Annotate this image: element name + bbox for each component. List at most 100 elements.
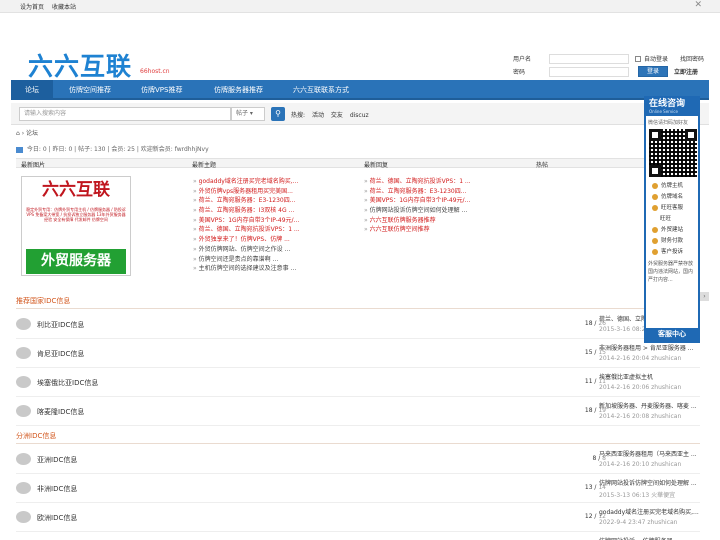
home-icon[interactable]: ⌂ xyxy=(16,130,20,137)
forum-name[interactable]: 埃塞俄比亚IDC信息 xyxy=(37,378,98,388)
list-item[interactable]: » 六六互联仿牌空间推荐 xyxy=(364,225,529,235)
list-item-title[interactable]: 主机仿牌空间的选择建议及注意事 ... xyxy=(199,265,297,272)
list-item-title[interactable]: 外贸仿牌vps服务器租用买完美国... xyxy=(199,188,293,195)
hot-link[interactable]: 活动 xyxy=(312,112,324,119)
list-item[interactable]: » 荷兰、立陶宛服务器：E3-1230四... xyxy=(193,196,358,206)
last-post-title[interactable]: 非洲服务器租用 > 肯尼亚服务器 ... xyxy=(599,343,699,352)
wangwang-label[interactable]: 旺旺 xyxy=(646,214,698,225)
forum-name[interactable]: 欧洲IDC信息 xyxy=(37,513,77,523)
qq-icon xyxy=(652,204,658,211)
search-scope-select[interactable]: 帖子 ▾ xyxy=(231,107,265,121)
service-label: 客户投诉 xyxy=(661,249,684,255)
password-input[interactable] xyxy=(549,66,629,77)
latest-topics-list: » godaddy域名注册买完老域名购买,...» 外贸仿牌vps服务器租用买完美国… xyxy=(193,177,358,274)
list-item[interactable]: » 外贸仿牌网站、仿牌空间之作设 ... xyxy=(193,245,358,255)
site-logo[interactable]: 六六互联 xyxy=(28,47,132,83)
stats-icon xyxy=(16,146,23,153)
stat-welcome[interactable]: 欢迎新会员: fwrdhhjNvy xyxy=(141,146,209,153)
bullet-icon: » xyxy=(364,178,368,185)
list-item[interactable]: » 外贸独享来了！仿牌VPS、仿牌 ... xyxy=(193,235,358,245)
breadcrumb: ⌂ › 论坛 xyxy=(16,130,39,137)
float-subtitle: Online Service xyxy=(649,109,678,114)
nav-hosting[interactable]: 仿牌空间推荐 xyxy=(69,80,111,100)
nav-forum[interactable]: 论坛 xyxy=(11,80,53,100)
last-post-title[interactable]: 仿牌网站投诉仿牌空间如何处理解 ... xyxy=(599,478,699,487)
list-item-title[interactable]: 美国VPS：1G内存自带3个IP-49元/... xyxy=(199,217,300,224)
list-item-title[interactable]: 美国VPS：1G内存自带3个IP-49元/... xyxy=(370,197,471,204)
register-link[interactable]: 立即注册 xyxy=(674,67,698,76)
last-post-title[interactable]: godaddy域名注册买完老域名购买,... xyxy=(599,507,699,516)
list-item[interactable]: » 美国VPS：1G内存自带3个IP-49元/... xyxy=(193,216,358,226)
list-item[interactable]: » 主机仿牌空间的选择建议及注意事 ... xyxy=(193,264,358,274)
service-item[interactable]: 客户投诉 xyxy=(646,247,698,258)
section-title[interactable]: 分洲IDC信息 xyxy=(16,431,56,441)
section-title[interactable]: 推荐国家IDC信息 xyxy=(16,296,70,306)
forum-name[interactable]: 非洲IDC信息 xyxy=(37,484,77,494)
list-item-title[interactable]: 荷兰、立陶宛服务器：I3双核 4G ... xyxy=(199,207,295,214)
stat-members: 会员: 25 xyxy=(111,146,135,153)
list-item[interactable]: » 六六互联仿牌服务器推荐 xyxy=(364,216,529,226)
qq-icon xyxy=(652,182,658,189)
forum-name[interactable]: 喀麦隆IDC信息 xyxy=(37,407,84,417)
last-post-title[interactable]: 仿牌网站投诉... 仿牌服务器 ... xyxy=(599,536,699,540)
username-label[interactable]: 用户名 xyxy=(513,54,549,63)
last-post-title[interactable]: 新加坡服务器、丹麦服务器、喀麦 ... xyxy=(599,401,699,410)
list-item-title[interactable]: 荷兰、德国、立陶宛抗投诉VPS：1 ... xyxy=(370,178,471,185)
list-item[interactable]: » 美国VPS：1G内存自带3个IP-49元/... xyxy=(364,196,529,206)
forgot-password-link[interactable]: 找回密码 xyxy=(680,54,704,63)
list-item-title[interactable]: 外贸独享来了！仿牌VPS、仿牌 ... xyxy=(199,236,290,243)
list-item[interactable]: » 荷兰、德国、立陶宛抗投诉VPS：1 ... xyxy=(193,225,358,235)
list-item[interactable]: » 仿牌网站投诉仿牌空间如何处理解 ... xyxy=(364,206,529,216)
last-post-title[interactable]: 埃塞俄比亚虚拟主机 xyxy=(599,372,699,381)
list-item-title[interactable]: 外贸仿牌网站、仿牌空间之作设 ... xyxy=(199,246,291,253)
list-item-title[interactable]: 仿牌网站投诉仿牌空间如何处理解 ... xyxy=(370,207,468,214)
search-input[interactable]: 请输入搜索内容 xyxy=(19,107,231,121)
collapse-arrow-icon[interactable]: › xyxy=(700,292,709,301)
close-icon[interactable]: ✕ xyxy=(694,0,702,10)
list-item[interactable]: » 仿牌空间还是贵点的靠谱啊 ... xyxy=(193,255,358,265)
nav-server[interactable]: 仿牌服务器推荐 xyxy=(214,80,263,100)
forum-row: 利比亚IDC信息18 / 26荷兰、德国、立陶宛抗投诉VPS：1 ...2015… xyxy=(16,311,700,339)
service-item[interactable]: 旺旺客服 xyxy=(646,203,698,214)
service-item[interactable]: 外贸建站 xyxy=(646,225,698,236)
list-item-title[interactable]: 荷兰、立陶宛服务器：E3-1230四... xyxy=(370,188,467,195)
username-input[interactable] xyxy=(549,53,629,64)
auto-login-checkbox[interactable] xyxy=(635,55,641,62)
hot-link[interactable]: discuz xyxy=(350,112,369,119)
list-item-title[interactable]: 六六互联仿牌服务器推荐 xyxy=(370,217,436,224)
login-button[interactable]: 登录 xyxy=(638,66,669,77)
list-item-title[interactable]: 荷兰、立陶宛服务器：E3-1230四... xyxy=(199,197,296,204)
forum-name[interactable]: 利比亚IDC信息 xyxy=(37,320,84,330)
list-item[interactable]: » 荷兰、德国、立陶宛抗投诉VPS：1 ... xyxy=(364,177,529,187)
forum-name[interactable]: 肯尼亚IDC信息 xyxy=(37,349,84,359)
nav-vps[interactable]: 仿牌VPS推荐 xyxy=(141,80,182,100)
breadcrumb-current[interactable]: 论坛 xyxy=(26,130,38,137)
search-button[interactable]: ⚲ xyxy=(271,107,285,121)
forum-row: 埃塞俄比亚IDC信息 11 / 11 埃塞俄比亚虚拟主机 2014-2-16 20:0… xyxy=(16,369,700,397)
hot-link[interactable]: 交友 xyxy=(331,112,343,119)
login-form: 用户名 自动登录 找回密码 密码 登录 立即注册 xyxy=(513,52,704,78)
forum-name[interactable]: 亚洲IDC信息 xyxy=(37,455,77,465)
list-item-title[interactable]: godaddy域名注册买完老域名购买,... xyxy=(199,178,299,185)
last-post-title[interactable]: 马来西亚服务器租用（马来西亚主 ... xyxy=(599,449,699,458)
header-latest-replies: 最新回复 xyxy=(364,162,389,169)
service-item[interactable]: 财务付款 xyxy=(646,236,698,247)
list-item[interactable]: » 荷兰、立陶宛服务器：I3双核 4G ... xyxy=(193,206,358,216)
service-item[interactable]: 仿牌主机 xyxy=(646,181,698,192)
service-item[interactable]: 仿牌域名 xyxy=(646,192,698,203)
service-center-button[interactable]: 客服中心 xyxy=(646,328,698,341)
bullet-icon: » xyxy=(364,197,368,205)
set-homepage-link[interactable]: 设为首页 xyxy=(20,4,44,11)
list-item-title[interactable]: 六六互联仿牌空间推荐 xyxy=(370,226,430,233)
promo-banner[interactable]: 六六互联 稳定外贸专用：仿牌外贸专用主机 / 仿牌服务器 / 防投诉VPS 免备… xyxy=(21,176,131,276)
list-item-title[interactable]: 仿牌空间还是贵点的靠谱啊 ... xyxy=(199,256,279,263)
nav-contact[interactable]: 六六互联联系方式 xyxy=(293,80,349,100)
forum-last-post: godaddy域名注册买完老域名购买,... 2022-9-4 23:47 zhu… xyxy=(599,507,699,526)
list-item[interactable]: » 外贸仿牌vps服务器租用买完美国... xyxy=(193,187,358,197)
forum-last-post: 仿牌网站投诉仿牌空间如何处理解 ... 2015-3-13 06:13 火華便宜 xyxy=(599,478,699,499)
auto-login-label: 自动登录 xyxy=(644,56,669,63)
list-item-title[interactable]: 荷兰、德国、立陶宛抗投诉VPS：1 ... xyxy=(199,226,300,233)
list-item[interactable]: » 荷兰、立陶宛服务器：E3-1230四... xyxy=(364,187,529,197)
bookmark-link[interactable]: 收藏本站 xyxy=(52,4,76,11)
list-item[interactable]: » godaddy域名注册买完老域名购买,... xyxy=(193,177,358,187)
